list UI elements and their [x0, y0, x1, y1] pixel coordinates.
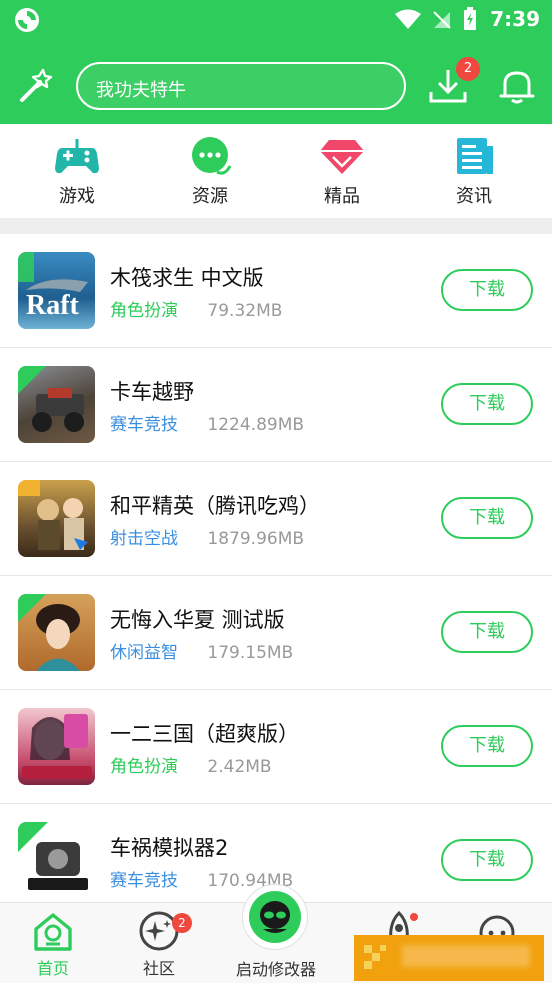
- section-divider: [0, 218, 552, 234]
- list-item[interactable]: 无悔入华夏 测试版 休闲益智 179.15MB 下载: [0, 576, 552, 690]
- list-item[interactable]: 一二三国（超爽版） 角色扮演 2.42MB 下载: [0, 690, 552, 804]
- app-size: 179.15MB: [207, 643, 294, 663]
- app-size: 1879.96MB: [207, 529, 305, 549]
- app-size: 2.42MB: [207, 757, 272, 777]
- list-item[interactable]: Raft 木筏求生 中文版 角色扮演 79.32MB 下载: [0, 234, 552, 348]
- app-genre: 角色扮演: [110, 757, 178, 777]
- download-count-badge: 2: [456, 57, 480, 81]
- search-bar[interactable]: 我功夫特牛: [76, 62, 406, 110]
- category-label-resources: 资源: [192, 186, 228, 207]
- app-meta: 角色扮演 2.42MB: [110, 752, 272, 777]
- launch-modifier-button[interactable]: [242, 884, 308, 950]
- app-header: 7:39 我功夫特牛 2: [0, 0, 552, 124]
- list-item[interactable]: 和平精英（腾讯吃鸡） 射击空战 1879.96MB 下载: [0, 462, 552, 576]
- download-button[interactable]: 下载: [441, 611, 533, 653]
- category-premium[interactable]: 精品: [287, 136, 397, 216]
- tab-label-community: 社区: [142, 959, 175, 978]
- app-name: 无悔入华夏 测试版: [110, 608, 285, 632]
- download-button[interactable]: 下载: [441, 725, 533, 767]
- wifi-icon: [395, 9, 422, 29]
- tab-label-launcher: 启动修改器: [235, 960, 316, 979]
- search-placeholder: 我功夫特牛: [96, 80, 186, 101]
- app-thumbnail: [18, 480, 95, 557]
- magic-wand-icon[interactable]: [16, 66, 56, 106]
- download-button[interactable]: 下载: [441, 383, 533, 425]
- ad-blurred-text: [402, 945, 530, 967]
- ad-logo-icon: [364, 945, 386, 969]
- app-name: 一二三国（超爽版）: [110, 722, 299, 746]
- no-signal-icon: [433, 11, 451, 29]
- app-name: 和平精英（腾讯吃鸡）: [110, 494, 320, 518]
- diamond-icon: [320, 140, 364, 174]
- alien-icon: [249, 891, 301, 943]
- app-genre: 射击空战: [110, 529, 178, 549]
- download-button[interactable]: 下载: [441, 839, 533, 881]
- category-games[interactable]: 游戏: [22, 136, 132, 216]
- battery-charging-icon: [464, 7, 477, 30]
- app-meta: 射击空战 1879.96MB: [110, 524, 304, 549]
- community-badge: 2: [172, 913, 192, 933]
- app-genre: 赛车竞技: [110, 871, 178, 891]
- news-icon: [457, 138, 493, 174]
- app-thumbnail: Raft: [18, 252, 95, 329]
- status-icons: 7:39: [394, 6, 540, 32]
- download-button[interactable]: 下载: [441, 497, 533, 539]
- app-genre: 角色扮演: [110, 301, 178, 321]
- bell-icon[interactable]: [497, 66, 537, 106]
- app-name: 卡车越野: [110, 380, 194, 404]
- gamepad-icon: [55, 139, 99, 174]
- tab-home[interactable]: 首页: [8, 911, 98, 979]
- list-item[interactable]: 卡车越野 赛车竞技 1224.89MB 下载: [0, 348, 552, 462]
- category-label-premium: 精品: [324, 186, 360, 207]
- tab-label-home: 首页: [36, 959, 69, 978]
- app-thumbnail: [18, 594, 95, 671]
- home-icon: [34, 913, 72, 951]
- app-logo-icon: [15, 8, 39, 32]
- ad-banner-image[interactable]: [354, 935, 544, 981]
- svg-text:Raft: Raft: [26, 290, 80, 321]
- app-genre: 赛车竞技: [110, 415, 178, 435]
- download-button[interactable]: 下载: [441, 269, 533, 311]
- app-thumbnail: [18, 822, 95, 899]
- app-name: 车祸模拟器2: [110, 836, 229, 860]
- category-nav: 游戏 资源 精品 资讯: [0, 124, 552, 218]
- app-name: 木筏求生 中文版: [110, 266, 264, 290]
- app-list: Raft 木筏求生 中文版 角色扮演 79.32MB 下载 卡车越野 赛车竞技 …: [0, 234, 552, 918]
- category-news[interactable]: 资讯: [419, 136, 529, 216]
- category-label-news: 资讯: [456, 186, 492, 207]
- app-meta: 赛车竞技 1224.89MB: [110, 410, 304, 435]
- app-meta: 休闲益智 179.15MB: [110, 638, 293, 663]
- status-bar: 7:39: [0, 0, 552, 38]
- app-thumbnail: [18, 708, 95, 785]
- app-size: 79.32MB: [207, 301, 283, 321]
- tab-community[interactable]: 2 社区: [114, 911, 204, 979]
- status-time: 7:39: [490, 7, 540, 31]
- app-genre: 休闲益智: [110, 643, 178, 663]
- app-size: 1224.89MB: [207, 415, 305, 435]
- chat-bubble-icon: [192, 137, 232, 175]
- category-resources[interactable]: 资源: [155, 136, 265, 216]
- app-thumbnail: [18, 366, 95, 443]
- app-meta: 角色扮演 79.32MB: [110, 296, 282, 321]
- category-label-games: 游戏: [59, 186, 95, 207]
